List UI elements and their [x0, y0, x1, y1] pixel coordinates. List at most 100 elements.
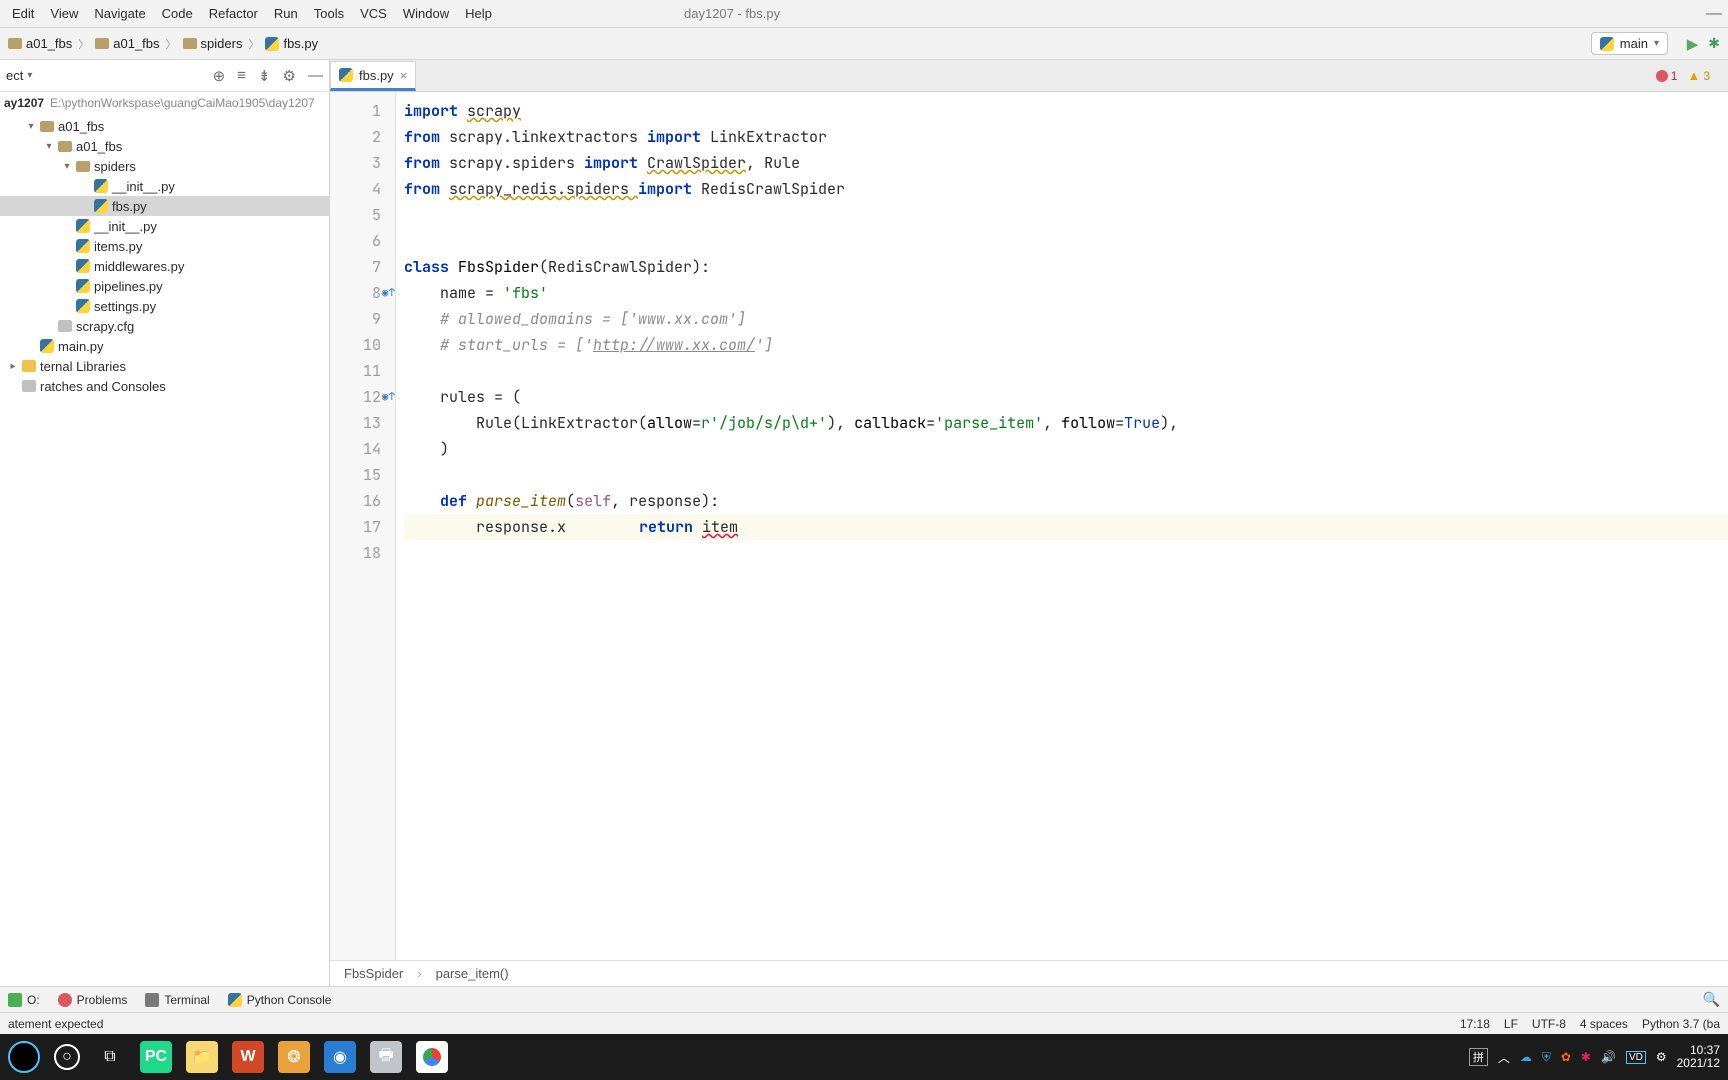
breadcrumb-item[interactable]: fbs.py [265, 36, 318, 51]
tree-node[interactable]: ▾a01_fbs [0, 116, 329, 136]
code-line[interactable] [404, 358, 1728, 384]
browser-taskbar-icon[interactable]: ◉ [324, 1041, 356, 1073]
tray-app-icon[interactable]: ✿ [1561, 1050, 1571, 1064]
settings-icon[interactable]: ⚙ [283, 67, 296, 85]
code-line[interactable]: # allowed_domains = ['www.xx.com'] [404, 306, 1728, 332]
window-minimize[interactable]: — [1706, 5, 1722, 23]
caret-position[interactable]: 17:18 [1460, 1017, 1490, 1031]
line-number[interactable]: 11 [330, 358, 395, 384]
breadcrumb-item[interactable]: a01_fbs [95, 36, 159, 51]
gutter-marker-icon[interactable]: ◉↑ [382, 286, 395, 300]
menu-navigate[interactable]: Navigate [86, 3, 153, 24]
volume-icon[interactable]: 🔊 [1601, 1050, 1616, 1064]
code-line[interactable]: # start_urls = ['http://www.xx.com/'] [404, 332, 1728, 358]
code-line[interactable]: rules = ( [404, 384, 1728, 410]
interpreter[interactable]: Python 3.7 (ba [1642, 1017, 1720, 1031]
gutter-marker-icon[interactable]: ◉↑ [382, 390, 395, 404]
tree-node[interactable]: scrapy.cfg [0, 316, 329, 336]
breadcrumb-item[interactable]: a01_fbs [8, 36, 72, 51]
code-line[interactable]: response.x return item [404, 514, 1728, 540]
line-number[interactable]: 6 [330, 228, 395, 254]
inspection-widget[interactable]: 1 ▲3 [1656, 68, 1710, 83]
tree-node[interactable]: __init__.py [0, 176, 329, 196]
tree-node[interactable]: ratches and Consoles [0, 376, 329, 396]
python-console-tool[interactable]: Python Console [228, 993, 332, 1007]
tree-node[interactable]: main.py [0, 336, 329, 356]
tree-node[interactable]: settings.py [0, 296, 329, 316]
code-line[interactable]: from scrapy.linkextractors import LinkEx… [404, 124, 1728, 150]
menu-vcs[interactable]: VCS [352, 3, 395, 24]
tree-node[interactable]: __init__.py [0, 216, 329, 236]
menu-code[interactable]: Code [154, 3, 201, 24]
line-number[interactable]: 8◉↑ [330, 280, 395, 306]
code-line[interactable] [404, 540, 1728, 566]
task-view-icon[interactable]: ⧉ [94, 1041, 126, 1073]
file-encoding[interactable]: UTF-8 [1532, 1017, 1566, 1031]
wps-taskbar-icon[interactable]: W [232, 1041, 264, 1073]
line-number[interactable]: 10 [330, 332, 395, 358]
tree-node[interactable]: fbs.py [0, 196, 329, 216]
menu-refactor[interactable]: Refactor [201, 3, 266, 24]
crumb-method[interactable]: parse_item() [436, 966, 509, 981]
gutter[interactable]: 12345678◉↑9101112◉↑131415161718 [330, 92, 396, 960]
search-icon[interactable]: 🔍 [1703, 991, 1720, 1008]
breadcrumb-item[interactable]: spiders [183, 36, 243, 51]
terminal-tool[interactable]: Terminal [145, 993, 209, 1007]
run-config-selector[interactable]: main ▾ [1591, 32, 1668, 55]
line-number[interactable]: 5 [330, 202, 395, 228]
project-tree[interactable]: ▾a01_fbs▾a01_fbs▾spiders__init__.pyfbs.p… [0, 114, 329, 986]
hide-icon[interactable]: — [308, 67, 323, 84]
indent-setting[interactable]: 4 spaces [1580, 1017, 1628, 1031]
project-view-selector[interactable]: ect [6, 68, 23, 83]
line-number[interactable]: 4 [330, 176, 395, 202]
problems-tool[interactable]: Problems [58, 993, 128, 1007]
app-taskbar-icon[interactable]: ❂ [278, 1041, 310, 1073]
network-icon[interactable]: ⚙ [1656, 1050, 1667, 1064]
tree-node[interactable]: ▾spiders [0, 156, 329, 176]
expand-all-icon[interactable]: ≡ [237, 67, 246, 84]
security-icon[interactable]: ⛨ [1542, 1050, 1551, 1065]
code-line[interactable]: from scrapy_redis.spiders import RedisCr… [404, 176, 1728, 202]
line-number[interactable]: 13 [330, 410, 395, 436]
tree-node[interactable]: middlewares.py [0, 256, 329, 276]
tree-node[interactable]: ▾a01_fbs [0, 136, 329, 156]
close-tab-icon[interactable]: × [400, 68, 408, 83]
code-line[interactable]: Rule(LinkExtractor(allow=r'/job/s/p\d+')… [404, 410, 1728, 436]
line-number[interactable]: 18 [330, 540, 395, 566]
line-number[interactable]: 15 [330, 462, 395, 488]
menu-help[interactable]: Help [457, 3, 500, 24]
menu-tools[interactable]: Tools [306, 3, 352, 24]
code-line[interactable] [404, 462, 1728, 488]
run-button[interactable]: ▶ [1687, 35, 1699, 53]
code-editor[interactable]: 12345678◉↑9101112◉↑131415161718 import s… [330, 92, 1728, 960]
code-line[interactable] [404, 228, 1728, 254]
onedrive-icon[interactable]: ☁ [1520, 1050, 1532, 1064]
editor-tab[interactable]: fbs.py × [330, 61, 416, 91]
expand-icon[interactable]: ▾ [62, 161, 72, 172]
tray-app-icon[interactable]: ✱ [1581, 1050, 1591, 1064]
pycharm-taskbar-icon[interactable]: PC [140, 1041, 172, 1073]
crumb-class[interactable]: FbsSpider [344, 966, 403, 981]
menu-edit[interactable]: Edit [4, 3, 42, 24]
locate-file-icon[interactable]: ⊕ [213, 67, 226, 85]
tray-chevron-icon[interactable]: ︿ [1498, 1049, 1510, 1066]
line-number[interactable]: 16 [330, 488, 395, 514]
line-number[interactable]: 17 [330, 514, 395, 540]
code-line[interactable]: class FbsSpider(RedisCrawlSpider): [404, 254, 1728, 280]
menu-run[interactable]: Run [266, 3, 306, 24]
code-view[interactable]: import scrapyfrom scrapy.linkextractors … [396, 92, 1728, 960]
line-number[interactable]: 9 [330, 306, 395, 332]
code-line[interactable]: def parse_item(self, response): [404, 488, 1728, 514]
start-button[interactable] [8, 1041, 40, 1073]
explorer-taskbar-icon[interactable]: 📁 [186, 1041, 218, 1073]
line-number[interactable]: 2 [330, 124, 395, 150]
line-number[interactable]: 14 [330, 436, 395, 462]
expand-icon[interactable]: ▸ [8, 361, 18, 372]
line-number[interactable]: 1 [330, 98, 395, 124]
clock[interactable]: 10:37 2021/12 [1677, 1044, 1720, 1070]
video-icon[interactable]: VD [1626, 1051, 1646, 1064]
code-line[interactable]: from scrapy.spiders import CrawlSpider, … [404, 150, 1728, 176]
cortana-icon[interactable]: ○ [54, 1044, 80, 1070]
code-line[interactable] [404, 202, 1728, 228]
line-number[interactable]: 7 [330, 254, 395, 280]
